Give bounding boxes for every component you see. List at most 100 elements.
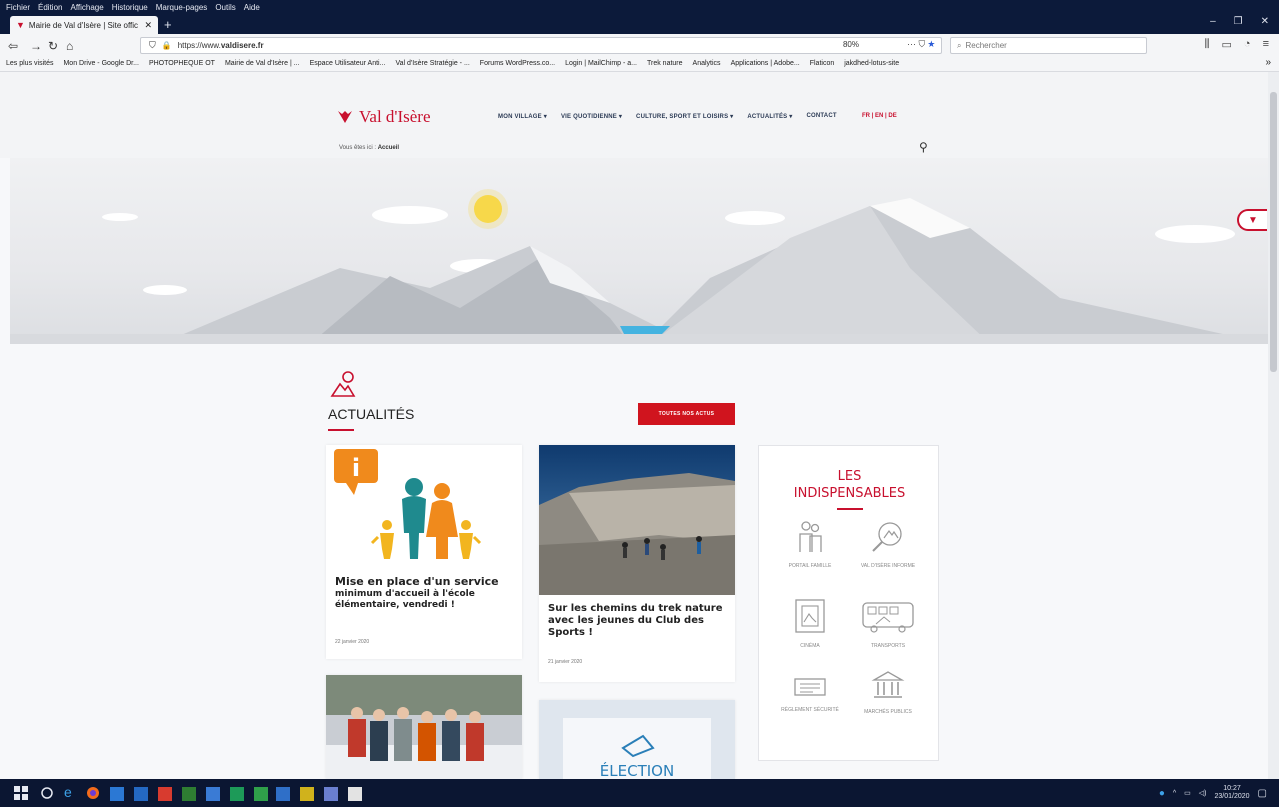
menu-item-view[interactable]: Affichage bbox=[70, 3, 103, 12]
extension-icon[interactable]: ◔ bbox=[1244, 38, 1251, 51]
nav-vie-quotidienne[interactable]: VIE QUOTIDIENNE ▾ bbox=[561, 113, 622, 120]
svg-text:i: i bbox=[352, 454, 360, 482]
more-icon[interactable]: ··· bbox=[907, 39, 916, 49]
menu-item-edit[interactable]: Édition bbox=[38, 3, 62, 12]
minimize-icon[interactable]: – bbox=[1210, 16, 1216, 27]
bookmark-item[interactable]: Flaticon bbox=[810, 60, 835, 67]
app-icon[interactable] bbox=[300, 787, 314, 801]
sidebar-icon[interactable]: ▭ bbox=[1222, 38, 1232, 51]
menu-item-tools[interactable]: Outils bbox=[215, 3, 235, 12]
bookmark-star-icon[interactable]: ★ bbox=[928, 39, 935, 49]
outlook-icon[interactable] bbox=[110, 787, 124, 801]
bookmark-item[interactable]: Forums WordPress.co... bbox=[480, 60, 555, 67]
app-icon[interactable] bbox=[254, 787, 268, 801]
word-icon[interactable] bbox=[134, 787, 148, 801]
volume-icon[interactable]: ◁) bbox=[1199, 789, 1207, 797]
indispensable-marches-publics[interactable]: MARCHÉS PUBLICS bbox=[853, 670, 923, 715]
nav-mon-village[interactable]: MON VILLAGE ▾ bbox=[498, 113, 547, 120]
bookmark-item[interactable]: Login | MailChimp - a... bbox=[565, 60, 637, 67]
system-tray: ● ^ ▭ ◁) 10:27 23/01/2020 ▢ bbox=[1159, 785, 1267, 801]
close-tab-icon[interactable]: ✕ bbox=[144, 20, 152, 31]
news-card-title[interactable]: Sur les chemins du trek nature avec les … bbox=[548, 603, 728, 639]
bookmark-item[interactable]: Mairie de Val d'Isère | ... bbox=[225, 60, 300, 67]
home-icon[interactable]: ⌂ bbox=[66, 39, 73, 53]
tab-title: Mairie de Val d'Isère | Site offic bbox=[28, 20, 139, 30]
bookmark-item[interactable]: Trek nature bbox=[647, 60, 683, 67]
language-switcher[interactable]: FR | EN | DE bbox=[862, 113, 897, 119]
reload-icon[interactable]: ↻ bbox=[48, 39, 58, 53]
browser-tab-active[interactable]: ▼ Mairie de Val d'Isère | Site offic ✕ bbox=[10, 16, 158, 34]
help-icon[interactable]: ● bbox=[1159, 788, 1165, 799]
menu-item-help[interactable]: Aide bbox=[244, 3, 260, 12]
app-icon[interactable] bbox=[324, 787, 338, 801]
news-card[interactable]: Sur les chemins du trek nature avec les … bbox=[539, 445, 735, 682]
library-icon[interactable]: ⫼ bbox=[1204, 38, 1209, 51]
hero-mountain-illustration bbox=[10, 158, 1268, 344]
all-news-button[interactable]: TOUTES NOS ACTUS bbox=[638, 403, 735, 425]
new-tab-icon[interactable]: + bbox=[164, 17, 172, 32]
bookmark-item[interactable]: Applications | Adobe... bbox=[731, 60, 800, 67]
bus-icon bbox=[862, 602, 914, 633]
maximize-icon[interactable]: ❐ bbox=[1234, 16, 1243, 27]
windows-start-icon[interactable] bbox=[14, 786, 28, 800]
news-card[interactable]: i Mise en place d'un service minimum d'a… bbox=[326, 445, 522, 659]
nav-contact[interactable]: CONTACT bbox=[806, 113, 836, 120]
hamburger-menu-icon[interactable]: ≡ bbox=[1263, 38, 1269, 51]
nav-actualites[interactable]: ACTUALITÉS ▾ bbox=[747, 113, 792, 120]
notifications-icon[interactable]: ▢ bbox=[1258, 788, 1267, 799]
tray-expand-icon[interactable]: ^ bbox=[1173, 790, 1176, 797]
bookmark-item[interactable]: Mon Drive - Google Dr... bbox=[63, 60, 138, 67]
site-search-icon[interactable]: ⚲ bbox=[919, 140, 928, 154]
url-bar[interactable]: ⛉ 🔒 https://www.valdisere.fr 80% ··· ⛉ ★ bbox=[140, 37, 942, 54]
search-circle-icon[interactable] bbox=[40, 786, 54, 800]
network-icon[interactable]: ▭ bbox=[1184, 789, 1191, 797]
brand-arrow-icon: ▼ bbox=[1248, 214, 1258, 226]
excel-icon[interactable] bbox=[182, 787, 196, 801]
indispensable-cinema[interactable]: CINÉMA bbox=[775, 598, 845, 649]
powerpoint-icon[interactable] bbox=[158, 787, 172, 801]
indispensable-reglement-securite[interactable]: RÈGLEMENT SÉCURITÉ bbox=[775, 676, 845, 713]
more-bookmarks-icon[interactable]: » bbox=[1265, 57, 1271, 68]
scrollbar-thumb[interactable] bbox=[1270, 92, 1277, 372]
bookmarks-bar: Les plus visités Mon Drive - Google Dr..… bbox=[0, 56, 1279, 71]
trek-photo bbox=[539, 445, 735, 595]
search-box[interactable]: ⌕ Rechercher bbox=[950, 37, 1147, 54]
site-header: Val d'Isère MON VILLAGE ▾ VIE QUOTIDIENN… bbox=[0, 72, 1268, 158]
firefox-icon[interactable] bbox=[86, 786, 100, 800]
close-window-icon[interactable]: ✕ bbox=[1261, 16, 1269, 27]
zoom-level[interactable]: 80% bbox=[843, 40, 859, 49]
indispensable-transports[interactable]: TRANSPORTS bbox=[853, 598, 923, 649]
news-card-date: 22 janvier 2020 bbox=[335, 639, 370, 645]
indispensable-val-isere-informe[interactable]: VAL D'ISÈRE INFORME bbox=[853, 520, 923, 569]
news-card-title[interactable]: minimum d'accueil à l'école élémentaire,… bbox=[335, 589, 515, 611]
breadcrumb-current[interactable]: Accueil bbox=[378, 145, 399, 151]
bookmark-item[interactable]: PHOTOPHEQUE OT bbox=[149, 60, 215, 67]
web-page: Val d'Isère MON VILLAGE ▾ VIE QUOTIDIENN… bbox=[0, 72, 1268, 779]
news-card-title[interactable]: Mise en place d'un service bbox=[335, 575, 515, 588]
site-logo[interactable]: Val d'Isère bbox=[337, 107, 431, 127]
bookmark-item[interactable]: jakdhed-lotus-site bbox=[844, 60, 899, 67]
menu-item-bookmarks[interactable]: Marque-pages bbox=[156, 3, 208, 12]
clock[interactable]: 10:27 23/01/2020 bbox=[1215, 785, 1250, 801]
menu-item-file[interactable]: Fichier bbox=[6, 3, 30, 12]
back-icon[interactable]: ⇦ bbox=[8, 39, 18, 53]
pocket-icon[interactable]: ⛉ bbox=[919, 39, 926, 49]
app-icon[interactable] bbox=[348, 787, 362, 801]
bookmark-item[interactable]: Les plus visités bbox=[6, 60, 53, 67]
nav-culture-sport[interactable]: CULTURE, SPORT ET LOISIRS ▾ bbox=[636, 113, 733, 120]
edge-browser-icon[interactable]: e bbox=[64, 784, 78, 800]
bookmark-item[interactable]: Espace Utilisateur Anti... bbox=[310, 60, 386, 67]
file-explorer-icon[interactable] bbox=[206, 787, 220, 801]
page-scrollbar[interactable] bbox=[1268, 72, 1279, 779]
app-icon[interactable] bbox=[230, 787, 244, 801]
indispensable-portail-famille[interactable]: PORTAIL FAMILLE bbox=[775, 520, 845, 569]
menu-item-history[interactable]: Historique bbox=[112, 3, 148, 12]
bookmark-item[interactable]: Analytics bbox=[693, 60, 721, 67]
news-card[interactable] bbox=[326, 675, 522, 779]
favorite-toggle[interactable]: ▼ bbox=[1237, 209, 1267, 231]
bookmark-item[interactable]: Val d'Isère Stratégie - ... bbox=[395, 60, 469, 67]
news-card[interactable]: ÉLECTION bbox=[539, 700, 735, 779]
app-icon[interactable] bbox=[276, 787, 290, 801]
forward-icon[interactable]: → bbox=[30, 39, 42, 53]
indispensables-title: LES INDISPENSABLES bbox=[793, 469, 906, 501]
